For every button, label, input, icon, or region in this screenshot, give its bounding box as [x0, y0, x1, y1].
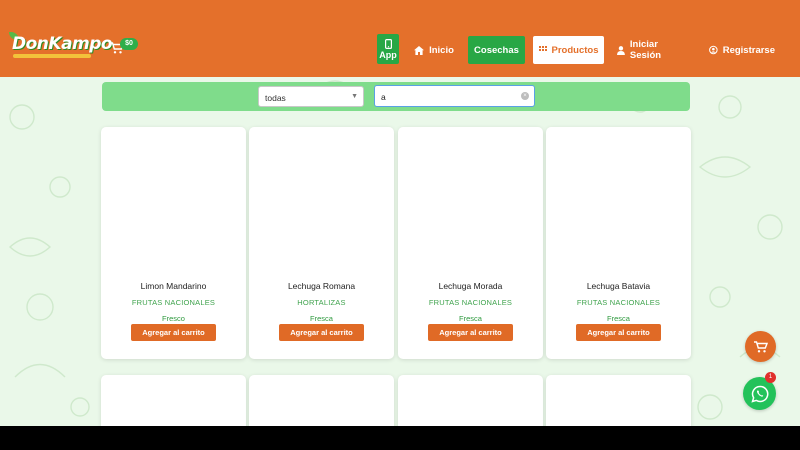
product-image [554, 135, 683, 275]
whatsapp-icon [750, 385, 768, 403]
add-to-cart-button[interactable]: Agregar al carrito [576, 324, 661, 341]
product-name: Lechuga Batavia [586, 281, 651, 291]
product-card[interactable]: Lechuga Batavia FRUTAS NACIONALES Fresca… [546, 127, 691, 359]
nav-iniciar-sesion-label: Iniciar Sesión [629, 39, 662, 61]
add-to-cart-button[interactable]: Agregar al carrito [428, 324, 513, 341]
logo-tagline-strip [13, 54, 91, 58]
brand-logo-text: DonKampo [12, 34, 113, 54]
chevron-down-icon: ▼ [351, 93, 358, 100]
grid-icon [538, 46, 547, 51]
nav-iniciar-sesion-link[interactable]: Iniciar Sesión [617, 36, 691, 64]
product-card-partial[interactable] [249, 375, 394, 426]
whatsapp-notification-badge: 1 [765, 372, 776, 383]
product-name: Lechuga Morada [438, 281, 503, 291]
top-navbar: DonKampo $0 App Inicio Cosechas Producto… [0, 0, 800, 77]
nav-productos-label: Productos [551, 44, 599, 56]
cart-icon [753, 340, 768, 352]
nav-registrarse-label: Registrarse [722, 44, 775, 56]
add-to-cart-button[interactable]: Agregar al carrito [131, 324, 216, 341]
product-card[interactable]: Limon Mandarino FRUTAS NACIONALES Fresco… [101, 127, 246, 359]
product-card-partial[interactable] [101, 375, 246, 426]
product-state: Fresca [459, 314, 482, 323]
product-state: Fresca [607, 314, 630, 323]
product-card-partial[interactable] [546, 375, 691, 426]
product-image [109, 135, 238, 275]
product-category: FRUTAS NACIONALES [428, 298, 513, 307]
nav-cosechas-button[interactable]: Cosechas [468, 36, 525, 64]
nav-registrarse-link[interactable]: Registrarse [709, 36, 775, 64]
product-state: Fresco [162, 314, 185, 323]
nav-app-label: App [379, 49, 397, 60]
page-viewport: DonKampo $0 App Inicio Cosechas Producto… [0, 0, 800, 426]
mobile-phone-icon [384, 38, 392, 49]
product-name: Lechuga Romana [287, 281, 356, 291]
clear-search-icon[interactable]: × [521, 92, 529, 100]
product-image [406, 135, 535, 275]
search-input-value: a [381, 92, 386, 102]
product-category: HORTALIZAS [297, 298, 346, 307]
product-name: Limon Mandarino [140, 281, 207, 291]
search-input[interactable]: a × [374, 85, 535, 107]
product-category: FRUTAS NACIONALES [131, 298, 216, 307]
add-to-cart-button[interactable]: Agregar al carrito [279, 324, 364, 341]
category-select-value: todas [265, 93, 286, 103]
nav-productos-button[interactable]: Productos [533, 36, 604, 64]
nav-inicio-label: Inicio [429, 44, 454, 56]
user-icon [617, 45, 625, 55]
user-circle-icon [709, 45, 718, 55]
product-card[interactable]: Lechuga Morada FRUTAS NACIONALES Fresca … [398, 127, 543, 359]
brand-logo[interactable]: DonKampo [9, 32, 113, 64]
bottom-black-strip [0, 426, 800, 450]
nav-app-button[interactable]: App [377, 34, 399, 64]
nav-inicio-link[interactable]: Inicio [411, 36, 457, 64]
home-icon [414, 45, 425, 55]
cart-total-badge: $0 [120, 38, 138, 50]
category-select[interactable]: todas ▼ [258, 86, 364, 107]
product-card[interactable]: Lechuga Romana HORTALIZAS Fresca Agregar… [249, 127, 394, 359]
floating-cart-button[interactable] [745, 331, 776, 362]
product-image [257, 135, 386, 275]
product-card-partial[interactable] [398, 375, 543, 426]
product-category: FRUTAS NACIONALES [576, 298, 661, 307]
nav-cosechas-label: Cosechas [474, 44, 519, 56]
product-state: Fresca [310, 314, 333, 323]
